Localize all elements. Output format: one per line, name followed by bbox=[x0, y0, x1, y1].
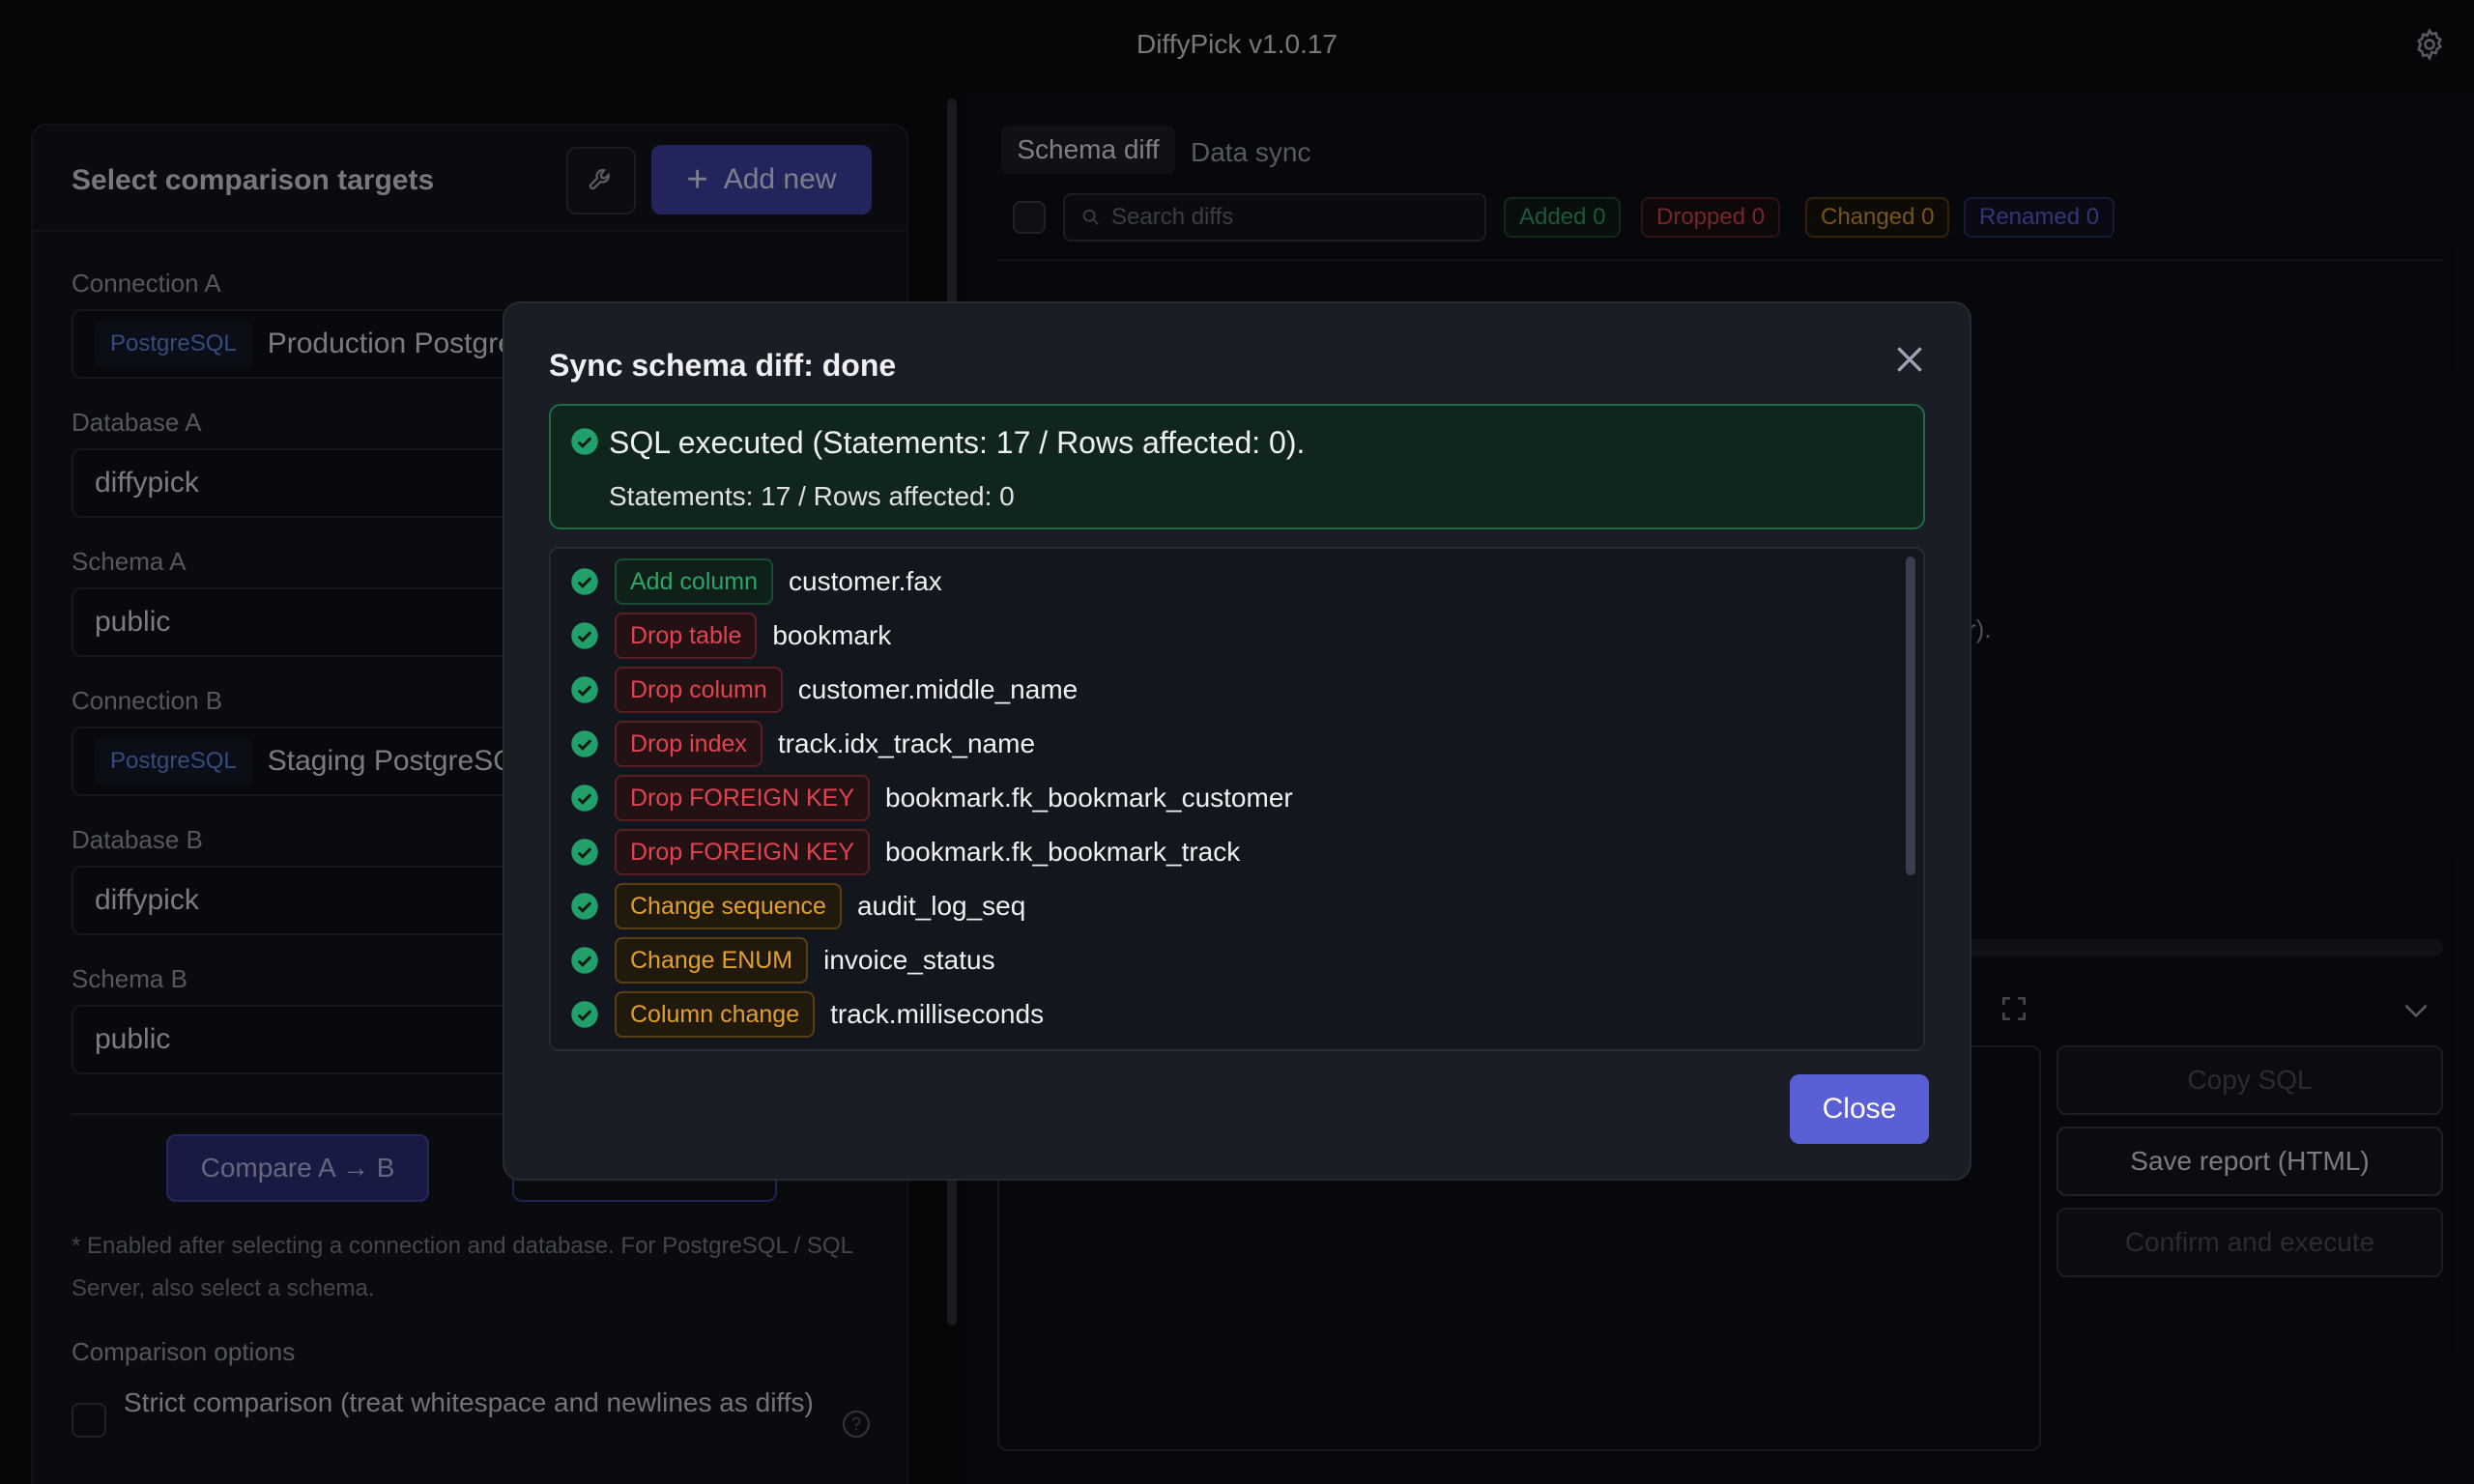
change-type-tag: Drop FOREIGN KEY bbox=[615, 829, 870, 875]
object-name: customer.fax bbox=[789, 566, 942, 596]
sync-result-dialog: Sync schema diff: done SQL executed (Sta… bbox=[503, 301, 1971, 1181]
change-type-tag: Drop column bbox=[615, 667, 783, 713]
check-circle-icon bbox=[571, 428, 598, 455]
object-name: customer.middle_name bbox=[797, 674, 1079, 704]
check-circle-icon bbox=[571, 1001, 598, 1028]
object-name: track.idx_track_name bbox=[777, 728, 1036, 758]
list-item: Drop table bookmark bbox=[570, 609, 891, 663]
object-name: bookmark.fk_bookmark_customer bbox=[885, 783, 1293, 813]
dialog-title: Sync schema diff: done bbox=[549, 348, 897, 383]
result-list[interactable]: Add column customer.fax Drop table bookmark… bbox=[549, 547, 1925, 1051]
list-item: Column change track.milliseconds bbox=[570, 987, 1044, 1042]
close-button[interactable]: Close bbox=[1790, 1074, 1929, 1144]
change-type-tag: Drop FOREIGN KEY bbox=[615, 775, 870, 821]
list-item: Add column customer.fax bbox=[570, 555, 942, 609]
change-type-tag: Column change bbox=[615, 991, 816, 1038]
object-name: track.milliseconds bbox=[830, 999, 1045, 1029]
change-type-tag: Change ENUM bbox=[615, 937, 809, 984]
check-circle-icon bbox=[571, 676, 598, 703]
change-type-tag: Add column bbox=[615, 558, 774, 605]
list-item: Drop index track.idx_track_name bbox=[570, 717, 1035, 771]
check-circle-icon bbox=[571, 893, 598, 920]
change-type-tag: Change sequence bbox=[615, 883, 842, 929]
check-circle-icon bbox=[571, 730, 598, 757]
object-name: bookmark.fk_bookmark_track bbox=[885, 837, 1241, 867]
success-alert: SQL executed (Statements: 17 / Rows affe… bbox=[549, 404, 1925, 529]
check-circle-icon bbox=[571, 839, 598, 866]
list-item: Change sequence audit_log_seq bbox=[570, 879, 1025, 933]
list-item: Drop FOREIGN KEY bookmark.fk_bookmark_tra… bbox=[570, 825, 1240, 879]
check-circle-icon bbox=[571, 568, 598, 595]
change-type-tag: Drop index bbox=[615, 721, 762, 767]
check-circle-icon bbox=[571, 947, 598, 974]
list-item: Drop FOREIGN KEY bookmark.fk_bookmark_cus… bbox=[570, 771, 1293, 825]
list-item: Drop column customer.middle_name bbox=[570, 663, 1078, 717]
object-name: invoice_status bbox=[823, 945, 995, 975]
close-icon[interactable] bbox=[1890, 340, 1929, 379]
change-type-tag: Drop table bbox=[615, 613, 758, 659]
object-name: bookmark bbox=[772, 620, 892, 650]
success-detail: Statements: 17 / Rows affected: 0 bbox=[609, 481, 1015, 511]
list-item: Change ENUM invoice_status bbox=[570, 933, 995, 987]
check-circle-icon bbox=[571, 785, 598, 812]
check-circle-icon bbox=[571, 622, 598, 649]
success-title: SQL executed (Statements: 17 / Rows affe… bbox=[609, 425, 1306, 460]
list-scrollbar[interactable] bbox=[1906, 556, 1915, 875]
object-name: audit_log_seq bbox=[856, 891, 1026, 921]
